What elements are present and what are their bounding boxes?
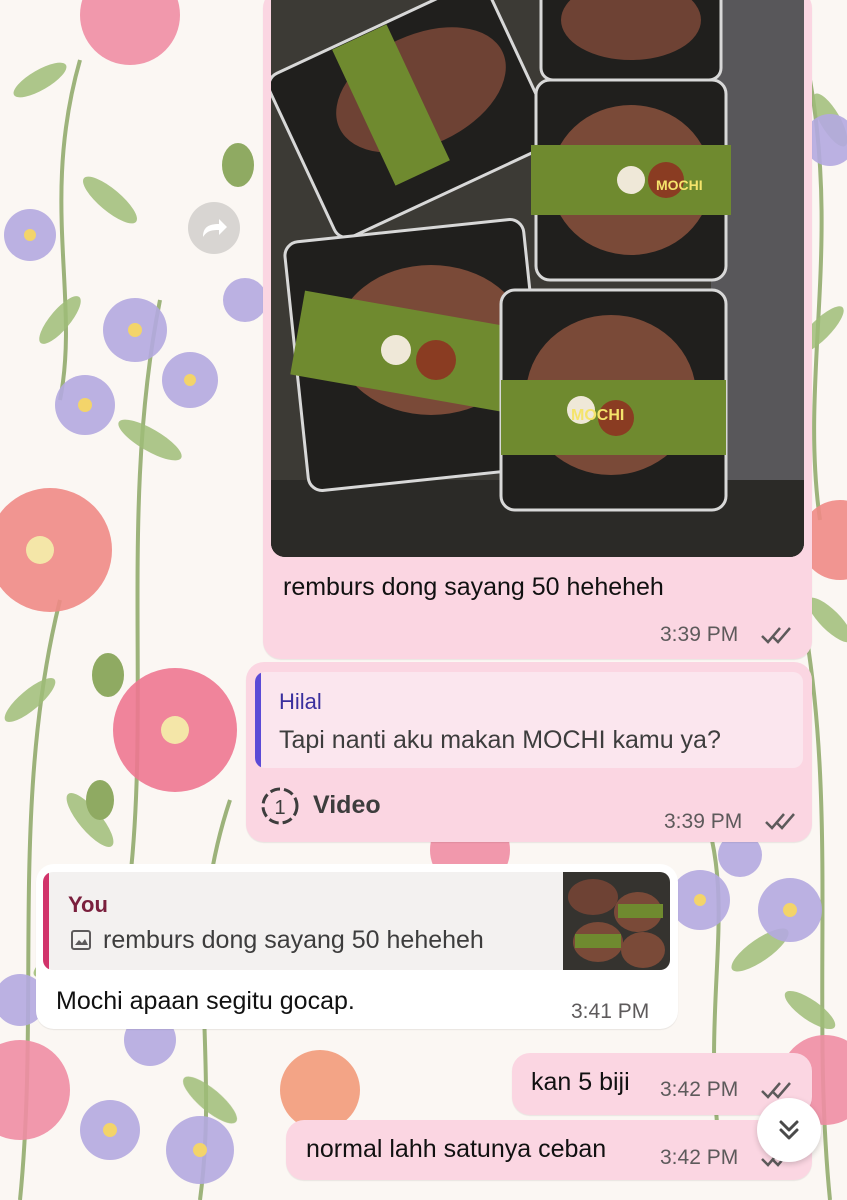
forward-button[interactable] <box>188 202 240 254</box>
media-label: Video <box>313 791 381 819</box>
quote-thumbnail <box>563 872 670 970</box>
message-time: 3:41 PM <box>571 1000 650 1023</box>
mochi-photo: MOCHI MOCHI <box>271 0 804 557</box>
photo-label: MOCHI <box>571 407 624 424</box>
view-once-icon[interactable]: 1 <box>259 785 301 827</box>
double-chevron-down-icon <box>779 1120 799 1140</box>
photo-label: MOCHI <box>656 177 703 193</box>
quote-bar <box>43 872 49 970</box>
message-text: Mochi apaan segitu gocap. <box>56 987 355 1015</box>
quote-sender-name: Hilal <box>279 689 322 714</box>
quote-bar <box>255 672 261 768</box>
quoted-message[interactable]: Hilal Tapi nanti aku makan MOCHI kamu ya… <box>255 672 803 768</box>
message-time: 3:42 PM <box>660 1146 739 1169</box>
quoted-message[interactable]: You remburs dong sayang 50 heheheh <box>43 872 670 970</box>
svg-text:1: 1 <box>274 797 285 819</box>
scroll-to-bottom-button[interactable] <box>757 1098 821 1162</box>
message-text: kan 5 biji <box>531 1068 630 1096</box>
quote-text: Tapi nanti aku makan MOCHI kamu ya? <box>279 726 721 754</box>
message-time: 3:39 PM <box>660 623 739 646</box>
message-time: 3:42 PM <box>660 1078 739 1101</box>
image-icon <box>71 930 91 950</box>
quote-sender-name: You <box>68 892 108 917</box>
message-text: normal lahh satunya ceban <box>306 1135 607 1163</box>
message-photo[interactable]: MOCHI MOCHI <box>271 0 804 557</box>
read-ticks-icon <box>761 627 791 644</box>
message-caption: remburs dong sayang 50 heheheh <box>283 573 664 601</box>
forward-icon <box>203 219 227 237</box>
message-time: 3:39 PM <box>664 810 743 833</box>
quote-text: remburs dong sayang 50 heheheh <box>103 926 484 954</box>
read-ticks-icon <box>765 813 795 830</box>
